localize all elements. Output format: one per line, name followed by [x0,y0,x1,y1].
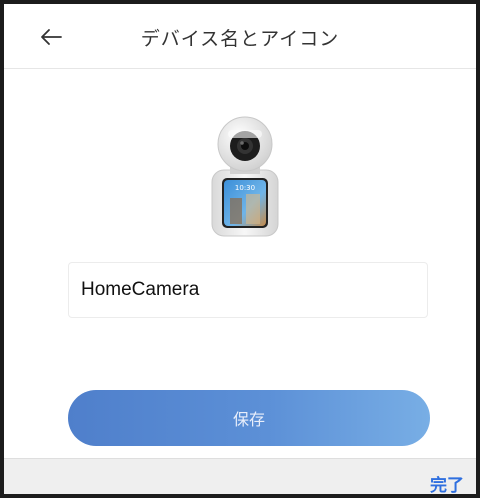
screen-time: 10:30 [235,184,255,192]
device-name-input[interactable] [81,279,427,301]
top-bar: デバイス名とアイコン [4,4,476,69]
screen-frame: デバイス名とアイコン 10:30 HomeCamera 保存 完了 [0,0,480,498]
page-title: デバイス名とアイコン [140,28,340,50]
device-icon-image[interactable]: 10:30 [200,114,292,242]
keyboard-accessory-bar: 完了 [4,458,476,494]
save-button[interactable]: 保存 [68,390,430,446]
device-name-field[interactable] [68,262,428,318]
done-button[interactable]: 完了 [430,471,464,494]
camera-device-image: 10:30 [211,116,279,237]
